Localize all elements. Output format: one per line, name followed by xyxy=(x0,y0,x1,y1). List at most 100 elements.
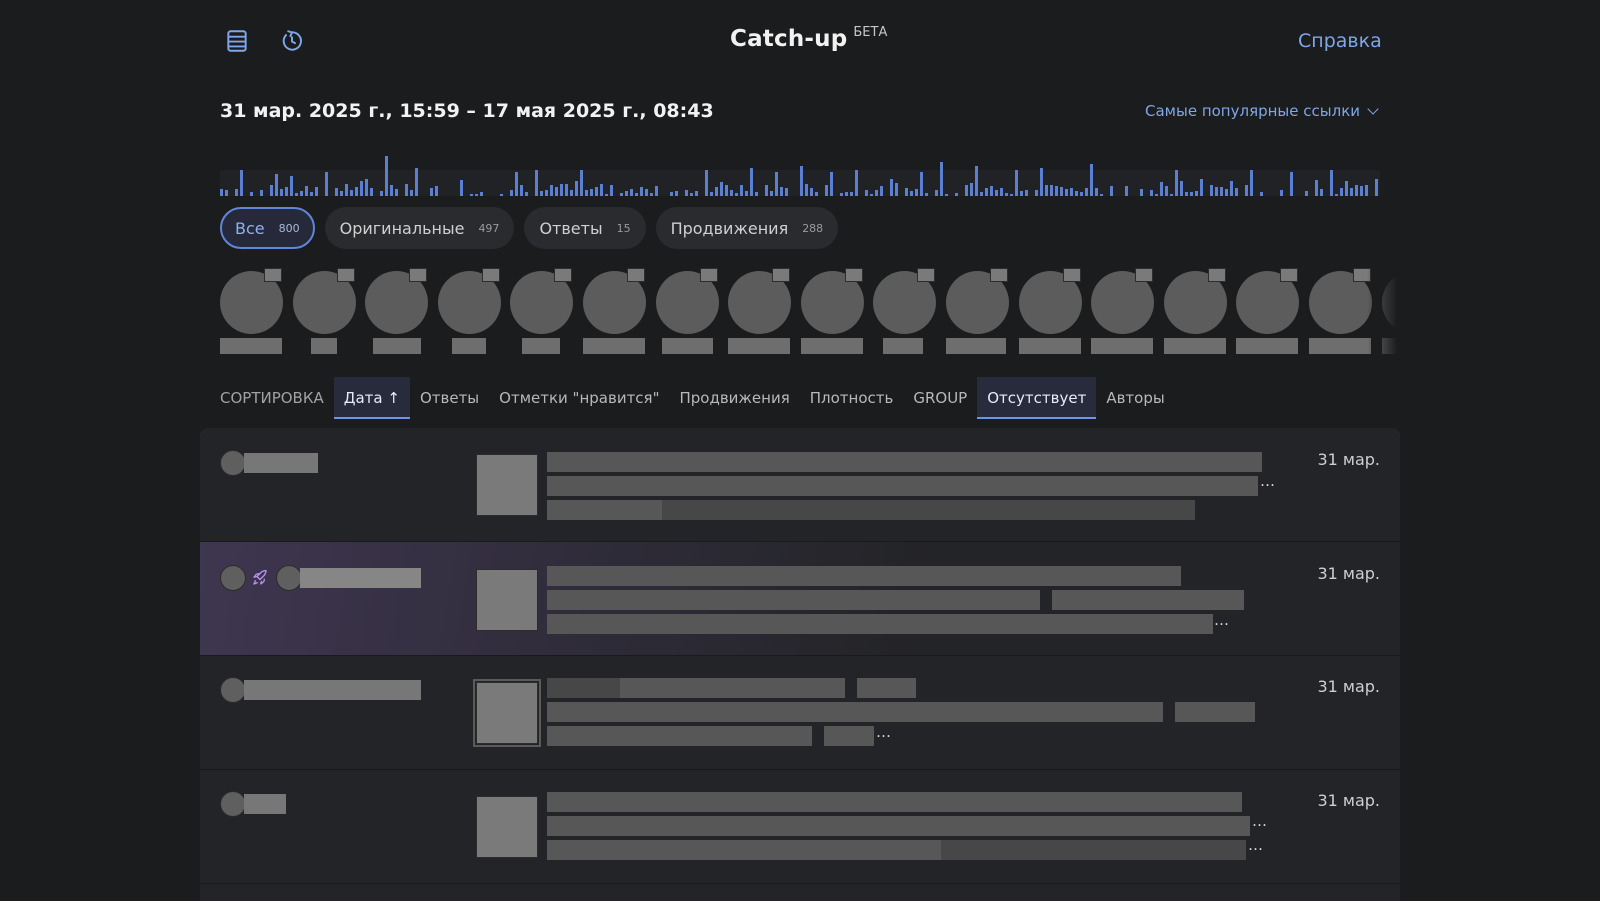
author-name-redacted xyxy=(883,338,924,354)
post-thumbnail[interactable] xyxy=(476,569,538,631)
histogram-bar xyxy=(955,193,958,196)
author-avatar-item[interactable] xyxy=(873,268,937,358)
post-row[interactable]: … … 31 мар. xyxy=(200,770,1400,884)
histogram-bar xyxy=(705,170,708,196)
histogram-bar xyxy=(1055,186,1058,196)
author-name-redacted xyxy=(583,338,645,354)
author-avatar-item[interactable] xyxy=(1236,268,1300,358)
histogram-bar xyxy=(325,172,328,196)
author-avatar-item[interactable] xyxy=(510,268,574,358)
author-avatar[interactable] xyxy=(220,450,246,476)
histogram-bar xyxy=(735,193,738,196)
histogram-bar xyxy=(640,187,643,196)
top-links-dropdown[interactable]: Самые популярные ссылки xyxy=(1145,102,1379,120)
author-avatar[interactable] xyxy=(220,791,246,817)
app-title-group: Catch-up БЕТА xyxy=(730,25,888,52)
truncation-ellipsis: … xyxy=(876,723,892,741)
histogram-bar xyxy=(300,191,303,196)
filter-reposts[interactable]: Продвижения 288 xyxy=(655,207,839,249)
histogram-bar xyxy=(285,187,288,196)
beta-badge: БЕТА xyxy=(853,25,888,40)
author-avatar-item[interactable] xyxy=(800,268,865,358)
author-avatar-item[interactable] xyxy=(946,268,1010,358)
histogram-bar xyxy=(920,172,923,196)
histogram-bar xyxy=(965,185,968,196)
help-link[interactable]: Справка xyxy=(1298,30,1382,52)
sort-tab-replies[interactable]: Ответы xyxy=(410,377,489,419)
histogram-bar xyxy=(710,192,713,196)
sort-tab-density[interactable]: Плотность xyxy=(800,377,904,419)
histogram-bar xyxy=(1305,191,1308,196)
histogram-bar xyxy=(575,181,578,196)
sort-tab-likes[interactable]: Отметки "нравится" xyxy=(489,377,669,419)
histogram-bar xyxy=(560,184,563,196)
filter-originals[interactable]: Оригинальные 497 xyxy=(324,207,515,249)
post-thumbnail[interactable] xyxy=(476,454,538,516)
author-avatar-item[interactable] xyxy=(437,268,502,358)
histogram-bar xyxy=(1185,192,1188,196)
histogram-bar xyxy=(475,194,478,196)
histogram-bar xyxy=(810,188,813,196)
histogram-bar xyxy=(1045,185,1048,196)
histogram-bar xyxy=(745,191,748,196)
strip-fade xyxy=(1367,268,1397,358)
post-row-repost[interactable]: … 31 мар. xyxy=(200,542,1400,656)
activity-histogram[interactable] xyxy=(220,140,1380,196)
author-avatar-item[interactable] xyxy=(1309,268,1373,358)
author-name-redacted[interactable] xyxy=(244,453,318,473)
sort-tab-date[interactable]: Дата ↑ xyxy=(333,377,410,419)
truncation-ellipsis: … xyxy=(1248,836,1264,854)
post-thumbnail[interactable] xyxy=(473,679,541,747)
platform-badge-icon xyxy=(917,268,936,282)
group-tab-authors[interactable]: Авторы xyxy=(1096,377,1174,419)
author-name-redacted xyxy=(946,338,1006,354)
author-avatar-item[interactable] xyxy=(1163,268,1228,358)
filter-all[interactable]: Все 800 xyxy=(220,207,315,249)
histogram-bar xyxy=(1085,188,1088,196)
author-avatar-item[interactable] xyxy=(292,268,357,358)
author-avatar-item[interactable] xyxy=(1018,268,1083,358)
author-avatar-item[interactable] xyxy=(728,268,792,358)
histogram-bar xyxy=(480,192,483,196)
post-thumbnail[interactable] xyxy=(476,796,538,858)
author-avatar[interactable] xyxy=(276,565,302,591)
rocket-icon xyxy=(251,569,269,587)
histogram-bar xyxy=(650,193,653,196)
repost-avatar[interactable] xyxy=(220,565,246,591)
histogram-bar xyxy=(1220,187,1223,196)
sort-tab-reposts[interactable]: Продвижения xyxy=(669,377,799,419)
histogram-bar xyxy=(1210,185,1213,196)
author-avatar-item[interactable] xyxy=(583,268,647,358)
author-name-redacted[interactable] xyxy=(300,568,421,588)
histogram-bar xyxy=(1020,191,1023,196)
histogram-bar xyxy=(995,190,998,196)
author-name-redacted[interactable] xyxy=(244,794,286,814)
histogram-bar xyxy=(1000,188,1003,196)
platform-badge-icon xyxy=(772,268,791,282)
histogram-bar xyxy=(925,193,928,196)
author-avatar-item[interactable] xyxy=(365,268,429,358)
filter-label: Продвижения xyxy=(670,218,789,238)
histogram-bar xyxy=(865,190,868,196)
app-title: Catch-up xyxy=(730,26,848,52)
list-view-icon[interactable] xyxy=(224,28,250,54)
group-tab-none[interactable]: Отсутствует xyxy=(977,377,1097,419)
filter-replies[interactable]: Ответы 15 xyxy=(524,207,646,249)
post-date: 31 мар. xyxy=(1317,450,1380,469)
refresh-icon[interactable] xyxy=(279,28,305,54)
post-row[interactable]: … 31 мар. xyxy=(200,428,1400,542)
platform-badge-icon xyxy=(627,268,645,282)
author-avatar-item[interactable] xyxy=(655,268,720,358)
histogram-bar xyxy=(1335,194,1338,196)
histogram-bar xyxy=(1245,185,1248,196)
author-avatar[interactable] xyxy=(220,677,246,703)
post-row[interactable]: … 31 мар. xyxy=(200,656,1400,770)
histogram-bar xyxy=(720,182,723,196)
platform-badge-icon xyxy=(1135,268,1154,282)
histogram-bar xyxy=(305,186,308,196)
author-name-redacted[interactable] xyxy=(244,680,421,700)
author-name-redacted xyxy=(1018,338,1081,354)
histogram-bar xyxy=(550,185,553,196)
author-avatar-item[interactable] xyxy=(220,268,284,358)
author-avatar-item[interactable] xyxy=(1091,268,1155,358)
